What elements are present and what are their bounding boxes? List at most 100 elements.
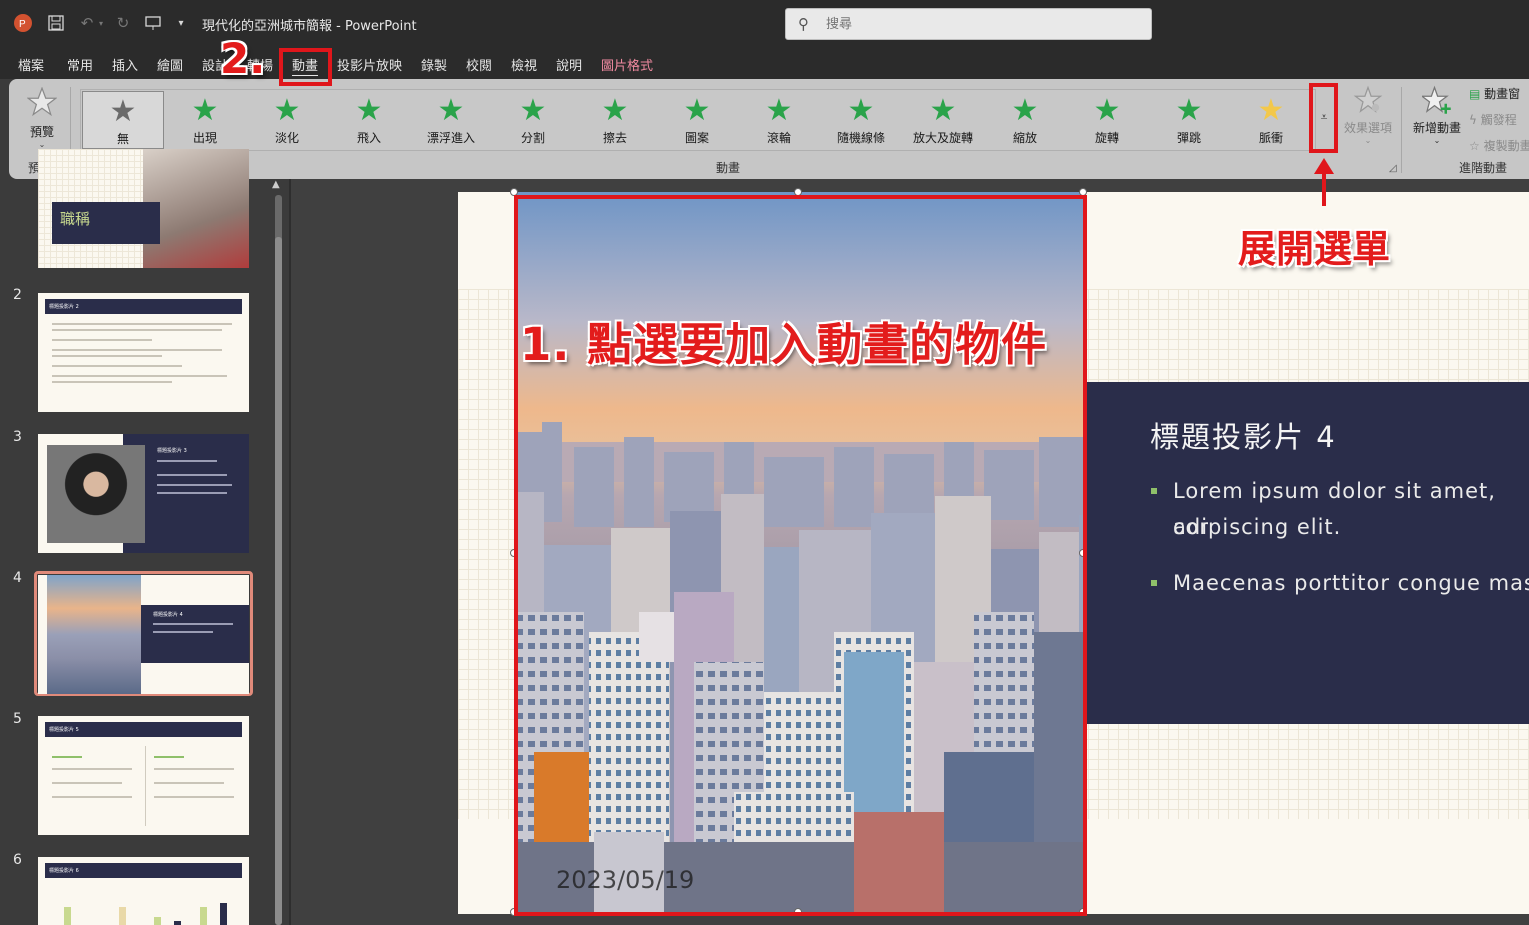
bullet-text-2[interactable]: Maecenas porttitor congue mas <box>1173 565 1529 601</box>
effect-options-button[interactable]: 效果選項 ⌄ <box>1337 85 1399 147</box>
add-animation-button[interactable]: 新增動畫 ⌄ <box>1409 85 1465 145</box>
slide-number: 6 <box>13 852 22 868</box>
preview-star-icon <box>26 86 58 117</box>
slide-title[interactable]: 標題投影片 4 <box>1150 414 1337 456</box>
animation-wipe[interactable]: ★ 擦去 <box>574 91 656 149</box>
undo-dropdown-icon[interactable]: ▾ <box>96 12 106 34</box>
add-animation-icon <box>1420 85 1451 114</box>
preview-button[interactable]: 預覽 ⌄ <box>25 86 59 149</box>
tab-home[interactable]: 常用 <box>67 55 93 74</box>
lightning-icon: ϟ <box>1469 113 1477 127</box>
thumb-portrait-image <box>47 445 145 543</box>
animation-fade[interactable]: ★ 淡化 <box>246 91 328 149</box>
slide-thumbnail-5[interactable]: 標題投影片 5 <box>38 716 249 835</box>
tab-help[interactable]: 說明 <box>556 55 582 74</box>
thumb1-title: 職稱 <box>60 210 91 228</box>
tab-picture-format[interactable]: 圖片格式 <box>601 55 653 74</box>
preview-dropdown-icon: ⌄ <box>38 140 46 149</box>
animation-float-in[interactable]: ★ 漂浮進入 <box>410 91 492 149</box>
slide-number: 2 <box>13 287 22 303</box>
animation-swivel[interactable]: ★ 旋轉 <box>1066 91 1148 149</box>
arrow-up-icon <box>1314 158 1334 174</box>
animation-star-icon: ★ <box>355 93 383 128</box>
search-input[interactable] <box>826 15 1126 33</box>
thumb-text-line <box>52 768 132 770</box>
tab-record[interactable]: 錄製 <box>421 55 447 74</box>
thumb-text-line <box>52 375 227 377</box>
powerpoint-window: P ↶ ▾ ↻ ▾ 現代化的亞洲城市簡報 - PowerPoint ⚲ 檔案 常… <box>0 0 1529 925</box>
animation-gallery: ★ 無 ★ 出現 ★ 淡化 ★ 飛入 ★ 漂浮進入 ★ 分割 ★ 擦去 ★ 圖案 ★ 滾輪 ★ 隨機線條 ★ 放大及旋轉 ★… <box>80 89 1316 151</box>
present-from-start-icon[interactable] <box>142 12 164 34</box>
thumb-city-image <box>47 575 141 694</box>
bullet-text-1-cont[interactable]: adipiscing elit. <box>1173 509 1341 545</box>
search-icon: ⚲ <box>798 15 809 33</box>
slide-thumbnail-3[interactable]: 標題投影片 3 <box>38 434 249 553</box>
animation-label: 無 <box>116 132 129 146</box>
tab-view[interactable]: 檢視 <box>511 55 537 74</box>
animation-pane-icon: ▤ <box>1469 87 1481 101</box>
animation-split[interactable]: ★ 分割 <box>492 91 574 149</box>
animation-painter-button[interactable]: ☆ 複製動畫 <box>1469 137 1529 154</box>
animation-star-icon: ★ <box>437 93 465 128</box>
preview-label: 預覽 <box>29 125 54 139</box>
redo-icon[interactable]: ↻ <box>112 12 134 34</box>
group-divider <box>1401 87 1402 173</box>
thumb-text-line <box>52 381 172 383</box>
animation-pane-button[interactable]: ▤ 動畫窗 <box>1469 85 1520 102</box>
undo-icon[interactable]: ↶ <box>76 12 98 34</box>
search-box[interactable]: ⚲ <box>785 8 1152 40</box>
thumb-text-line <box>157 484 232 486</box>
scroll-thumb[interactable] <box>275 237 282 925</box>
animation-appear[interactable]: ★ 出現 <box>164 91 246 149</box>
thumb-text-line <box>154 796 234 798</box>
animation-star-icon: ★ <box>191 93 219 128</box>
animation-random-bars[interactable]: ★ 隨機線條 <box>820 91 902 149</box>
animation-label: 放大及旋轉 <box>912 131 973 145</box>
thumb6-title: 標題投影片 6 <box>45 863 242 878</box>
tab-insert[interactable]: 插入 <box>112 55 138 74</box>
thumb-text-line <box>154 768 234 770</box>
customize-toolbar-icon[interactable]: ▾ <box>170 12 192 34</box>
thumb2-title: 標題投影片 2 <box>45 299 242 314</box>
animation-grow-turn[interactable]: ★ 放大及旋轉 <box>902 91 984 149</box>
animation-label: 滾輪 <box>766 131 791 145</box>
animation-star-icon: ★ <box>1093 93 1121 128</box>
effect-options-dropdown-icon: ⌄ <box>1364 136 1372 145</box>
animation-label: 漂浮進入 <box>426 131 475 145</box>
tab-review[interactable]: 校閱 <box>466 55 492 74</box>
scroll-up-icon[interactable]: ▲ <box>272 179 280 190</box>
slide-thumbnail-6[interactable]: 標題投影片 6 <box>38 857 249 925</box>
animation-label: 淡化 <box>274 131 299 145</box>
slide-thumbnail-2[interactable]: 標題投影片 2 <box>38 293 249 412</box>
animation-none[interactable]: ★ 無 <box>82 91 164 149</box>
thumbnail-scrollbar[interactable]: ▲ <box>271 179 285 925</box>
thumb-text-line <box>52 782 122 784</box>
save-icon[interactable] <box>45 12 67 34</box>
step1-callout: 1. 點選要加入動畫的物件 <box>520 318 1048 371</box>
animation-zoom[interactable]: ★ 縮放 <box>984 91 1066 149</box>
tab-draw[interactable]: 繪圖 <box>157 55 183 74</box>
animation-shape[interactable]: ★ 圖案 <box>656 91 738 149</box>
animation-wheel[interactable]: ★ 滾輪 <box>738 91 820 149</box>
tab-slideshow[interactable]: 投影片放映 <box>337 55 402 74</box>
thumb-chart-bar <box>154 917 161 925</box>
animations-tab-highlight <box>279 48 332 86</box>
thumb-chart-bar <box>220 903 227 925</box>
thumb-text-line <box>52 355 162 357</box>
animation-pulse[interactable]: ★ 脈衝 <box>1230 91 1312 149</box>
tab-file[interactable]: 檔案 <box>18 55 44 74</box>
animation-fly-in[interactable]: ★ 飛入 <box>328 91 410 149</box>
thumb-text-line <box>52 756 82 758</box>
dialog-launcher-icon[interactable]: ◿ <box>1389 163 1397 174</box>
thumb-text-line <box>52 339 152 341</box>
animation-bounce[interactable]: ★ 彈跳 <box>1148 91 1230 149</box>
thumb-text-line <box>52 796 132 798</box>
trigger-button[interactable]: ϟ 觸發程 <box>1469 111 1517 128</box>
effect-options-label: 效果選項 <box>1343 121 1392 135</box>
thumb-text-line <box>52 323 232 325</box>
slide-thumbnail-1[interactable]: 職稱 <box>38 149 249 268</box>
effect-options-icon <box>1353 85 1383 113</box>
slide-thumbnail-4[interactable]: 標題投影片 4 <box>38 575 249 694</box>
slide-number: 3 <box>13 429 22 445</box>
animation-label: 彈跳 <box>1176 131 1201 145</box>
